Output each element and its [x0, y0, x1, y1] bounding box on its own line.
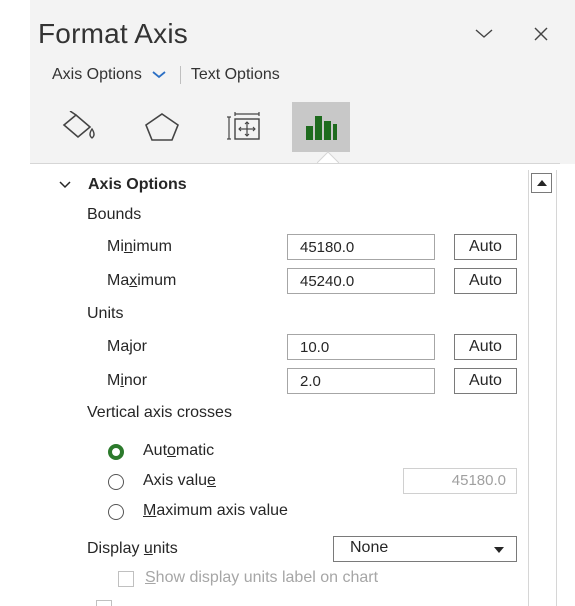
section-title: Axis Options: [88, 176, 187, 193]
tab-axis-options-label: Axis Options: [52, 66, 142, 83]
axis-value-radio[interactable]: [108, 474, 124, 490]
selected-category-indicator: [317, 151, 339, 164]
chevron-down-icon: [152, 71, 166, 79]
vertical-axis-crosses-label: Vertical axis crosses: [87, 404, 232, 421]
triangle-up-icon: [536, 180, 547, 186]
fill-line-button[interactable]: [52, 102, 108, 152]
major-auto-button[interactable]: Auto: [454, 334, 517, 360]
show-display-units-label: Show display units label on chart: [145, 569, 379, 586]
automatic-radio[interactable]: [108, 444, 124, 460]
tab-separator: [179, 66, 181, 84]
category-icons: [52, 102, 376, 152]
fill-line-icon: [62, 111, 95, 139]
show-display-units-checkbox[interactable]: [118, 571, 134, 587]
vertical-scrollbar[interactable]: [528, 170, 557, 606]
axis-value-input[interactable]: 45180.0: [403, 468, 517, 494]
minor-auto-button[interactable]: Auto: [454, 368, 517, 394]
close-icon: [534, 27, 548, 41]
display-units-dropdown[interactable]: None: [333, 536, 517, 562]
minor-input[interactable]: [287, 368, 435, 394]
axis-value-radio-label[interactable]: Axis value: [143, 472, 216, 490]
tab-text-options-label: Text Options: [190, 66, 280, 83]
automatic-radio-label[interactable]: Automatic: [143, 442, 214, 460]
task-pane-options-button[interactable]: [470, 20, 498, 48]
minor-label: Minor: [107, 372, 148, 389]
major-label: Major: [107, 338, 148, 355]
chevron-down-icon: [475, 29, 493, 38]
tab-axis-options[interactable]: Axis Options: [52, 66, 168, 84]
pane-title: Format Axis: [38, 18, 189, 49]
maximum-auto-button[interactable]: Auto: [454, 268, 517, 294]
effects-button[interactable]: [134, 102, 190, 152]
options-tabs: Axis Options Text Options: [52, 66, 280, 84]
chevron-down-icon: [59, 181, 71, 189]
axis-options-icon: [306, 116, 337, 140]
minimum-auto-button[interactable]: Auto: [454, 234, 517, 260]
maximum-label: Maximum: [107, 272, 177, 289]
axis-options-button[interactable]: [292, 102, 350, 152]
dropdown-arrow-icon: [494, 547, 504, 553]
effects-icon: [145, 113, 179, 141]
major-input[interactable]: [287, 334, 435, 360]
tab-text-options[interactable]: Text Options: [191, 66, 280, 84]
left-strip: [0, 0, 30, 606]
display-units-label: Display units: [87, 540, 178, 557]
close-button[interactable]: [527, 20, 555, 48]
units-label: Units: [87, 305, 124, 322]
logarithmic-scale-checkbox[interactable]: [96, 600, 112, 606]
size-properties-icon: [227, 112, 260, 140]
maximum-input[interactable]: [287, 268, 435, 294]
bounds-label: Bounds: [87, 206, 142, 223]
maximum-axis-value-radio-label[interactable]: Maximum axis value: [143, 502, 288, 520]
format-axis-pane: Format Axis Axis Options Text Options Ax…: [0, 0, 575, 606]
axis-options-section-header[interactable]: Axis Options: [58, 176, 187, 194]
display-units-value: None: [350, 539, 389, 556]
maximum-axis-value-radio[interactable]: [108, 504, 124, 520]
minimum-label: Minimum: [107, 238, 172, 255]
scroll-up-button[interactable]: [531, 173, 552, 193]
minimum-input[interactable]: [287, 234, 435, 260]
size-properties-button[interactable]: [216, 102, 272, 152]
